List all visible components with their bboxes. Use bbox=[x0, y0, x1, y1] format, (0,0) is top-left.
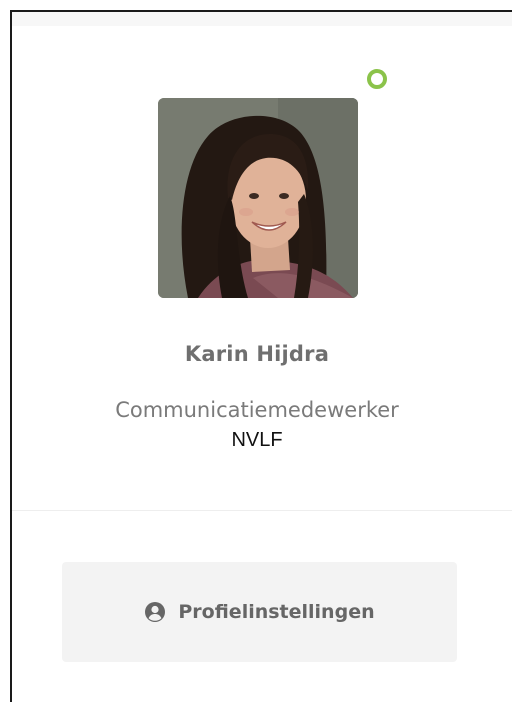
profile-name: Karin Hijdra bbox=[184, 342, 330, 366]
profile-settings-button[interactable]: Profielinstellingen bbox=[62, 562, 457, 662]
online-status-icon bbox=[367, 69, 387, 89]
user-circle-icon bbox=[144, 601, 166, 623]
avatar[interactable] bbox=[158, 98, 358, 298]
profile-card: Karin Hijdra Communicatiemedewerker NVLF… bbox=[10, 10, 512, 702]
profile-photo-icon bbox=[158, 98, 358, 298]
profile-organization: NVLF bbox=[231, 429, 283, 451]
profile-settings-label: Profielinstellingen bbox=[178, 601, 375, 623]
divider bbox=[12, 510, 512, 511]
card-header-strip bbox=[12, 12, 512, 26]
profile-role: Communicatiemedewerker bbox=[115, 398, 399, 422]
